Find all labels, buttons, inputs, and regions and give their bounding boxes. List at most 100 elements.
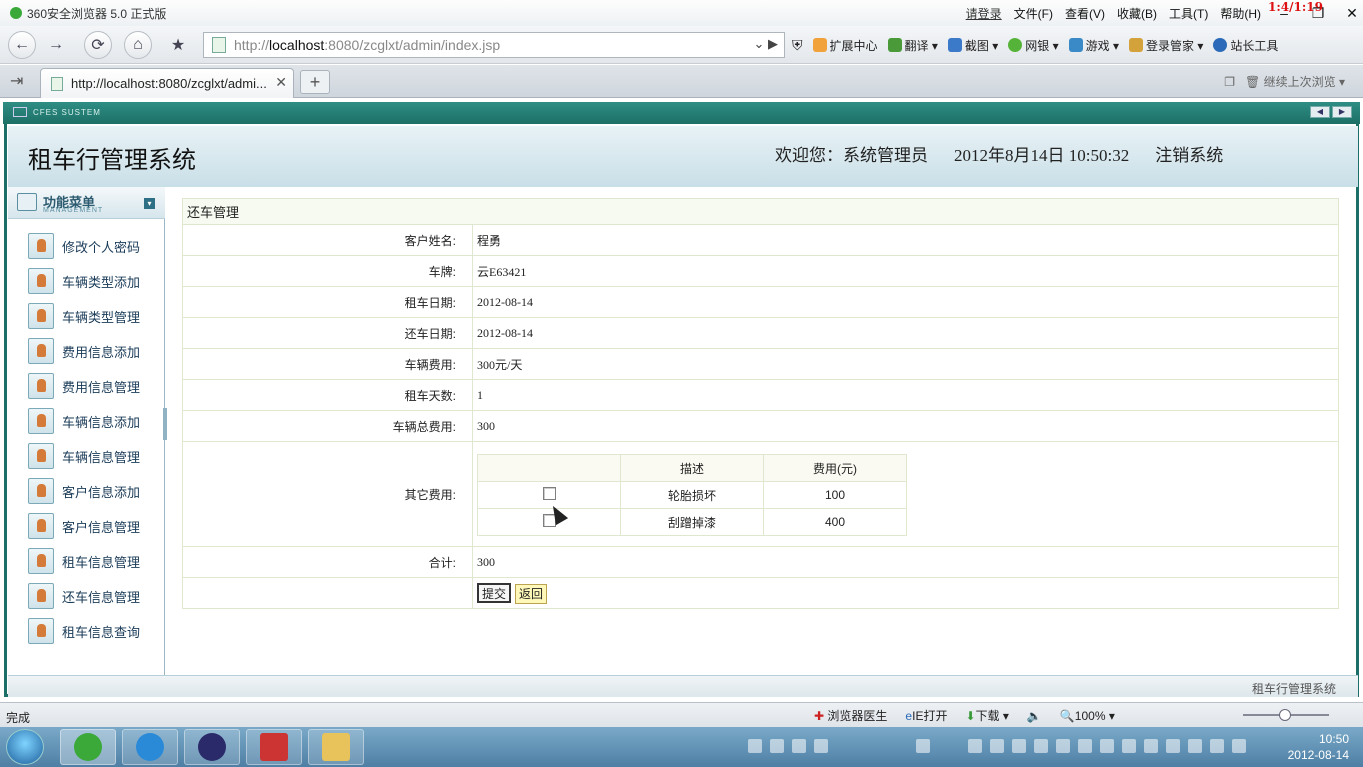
url-prefix: http:// bbox=[234, 37, 270, 53]
zoom-slider-knob[interactable] bbox=[1279, 709, 1291, 721]
tab-title: http://localhost:8080/zcglxt/admi... bbox=[71, 76, 267, 91]
user-icon bbox=[28, 408, 54, 434]
taskbar-eclipse[interactable] bbox=[184, 729, 240, 765]
qq-icon[interactable] bbox=[916, 739, 930, 753]
tab-active[interactable]: http://localhost:8080/zcglxt/admi... ✕ bbox=[40, 68, 294, 98]
tray-icon[interactable] bbox=[1122, 739, 1136, 753]
menu-item-change-password[interactable]: 修改个人密码 bbox=[28, 232, 163, 260]
toolbar-webmaster[interactable]: 站长工具 bbox=[1213, 37, 1278, 54]
form-row-total-vehicle-fee: 车辆总费用: 300 bbox=[182, 410, 1339, 442]
menu-tools[interactable]: 工具(T) bbox=[1169, 5, 1208, 22]
user-icon bbox=[28, 478, 54, 504]
scroll-right-button[interactable]: ▶ bbox=[1332, 106, 1352, 118]
folder-icon bbox=[322, 733, 350, 761]
toolbar-games[interactable]: 游戏 ▾ bbox=[1068, 37, 1119, 54]
fees-header-desc: 描述 bbox=[620, 454, 764, 482]
address-dropdown-icon[interactable]: ⌄ ▶ bbox=[753, 36, 778, 52]
download-icon: ⬇ bbox=[965, 709, 976, 723]
tray-icon[interactable] bbox=[1078, 739, 1092, 753]
zoom-slider[interactable] bbox=[1243, 709, 1329, 721]
form-row-actions: 提交 返回 bbox=[182, 577, 1339, 609]
toolbar-login-manager[interactable]: 登录管家 ▾ bbox=[1129, 37, 1203, 54]
volume-tray-icon[interactable] bbox=[1232, 739, 1246, 753]
menu-favorites[interactable]: 收藏(B) bbox=[1117, 5, 1157, 22]
tray-icon[interactable] bbox=[968, 739, 982, 753]
refresh-button[interactable]: ⟳ bbox=[84, 30, 112, 59]
sidebar-toggle-icon[interactable]: ⇥ bbox=[10, 71, 23, 91]
new-tab-button[interactable]: + bbox=[300, 70, 330, 94]
browser-doctor-button[interactable]: ✚ 浏览器医生 bbox=[814, 707, 887, 724]
tray-icon[interactable] bbox=[1166, 739, 1180, 753]
login-link[interactable]: 请登录 bbox=[966, 5, 1002, 22]
banking-icon bbox=[1008, 37, 1023, 52]
tray-icon[interactable] bbox=[1012, 739, 1026, 753]
page-icon bbox=[212, 37, 226, 53]
menu-item-manage-customer[interactable]: 客户信息管理 bbox=[28, 512, 163, 540]
tray-icon[interactable] bbox=[814, 739, 828, 753]
menu-file[interactable]: 文件(F) bbox=[1014, 5, 1053, 22]
overlay-time: 1:4/1:19 bbox=[1268, 0, 1323, 14]
scroll-left-button[interactable]: ◀ bbox=[1310, 106, 1330, 118]
menu-header-icon bbox=[17, 193, 37, 211]
user-icon bbox=[28, 303, 54, 329]
back-button[interactable]: ← bbox=[8, 30, 36, 59]
close-window-button[interactable]: ✕ bbox=[1341, 5, 1363, 22]
menu-item-add-vehicle[interactable]: 车辆信息添加 bbox=[28, 407, 163, 435]
shield-icon[interactable]: ⛨ bbox=[792, 37, 803, 54]
submit-button[interactable]: 提交 bbox=[477, 582, 512, 603]
taskbar-explorer[interactable] bbox=[308, 729, 364, 765]
form-row-return-date: 还车日期: 2012-08-14 bbox=[182, 317, 1339, 349]
menu-item-add-vehicle-type[interactable]: 车辆类型添加 bbox=[28, 267, 163, 295]
menu-collapse-icon[interactable]: ▾ bbox=[144, 198, 155, 209]
taskbar-clock[interactable]: 10:50 2012-08-14 bbox=[1288, 731, 1349, 763]
form-row-plate: 车牌: 云E63421 bbox=[182, 255, 1339, 287]
home-button[interactable]: ⌂ bbox=[124, 30, 152, 59]
menu-item-manage-fee[interactable]: 费用信息管理 bbox=[28, 372, 163, 400]
fee-checkbox-tire[interactable] bbox=[542, 487, 556, 500]
tray-icon[interactable] bbox=[1188, 739, 1202, 753]
volume-icon[interactable]: 🔈 bbox=[1027, 709, 1042, 723]
form-row-customer-name: 客户姓名: 程勇 bbox=[182, 224, 1339, 256]
logout-link[interactable]: 注销系统 bbox=[1155, 141, 1223, 166]
browser-title-bar: 360安全浏览器 5.0 正式版 请登录 文件(F) 查看(V) 收藏(B) 工… bbox=[0, 0, 1363, 26]
sidebar-splitter[interactable] bbox=[163, 408, 167, 440]
menu-item-manage-rental[interactable]: 租车信息管理 bbox=[28, 547, 163, 575]
return-car-form: 还车管理 客户姓名: 程勇 车牌: 云E63421 租车日期: 2012-08-14 … bbox=[182, 198, 1339, 609]
forward-button[interactable]: → bbox=[42, 31, 70, 59]
tray-icon[interactable] bbox=[792, 739, 806, 753]
tray-icon[interactable] bbox=[748, 739, 762, 753]
toolbar-translate[interactable]: 翻译 ▾ bbox=[887, 37, 938, 54]
back-button-form[interactable]: 返回 bbox=[515, 583, 548, 604]
taskbar-360-browser[interactable] bbox=[60, 729, 116, 765]
menu-view[interactable]: 查看(V) bbox=[1065, 5, 1105, 22]
toolbar-banking[interactable]: 网银 ▾ bbox=[1008, 37, 1059, 54]
menu-item-query-rental[interactable]: 租车信息查询 bbox=[28, 617, 163, 645]
tray-icon[interactable] bbox=[1210, 739, 1224, 753]
tray-icon[interactable] bbox=[1144, 739, 1158, 753]
zoom-level[interactable]: 🔍100% ▾ bbox=[1060, 709, 1115, 723]
windows-taskbar: 10:50 2012-08-14 bbox=[0, 727, 1363, 767]
restore-session-button[interactable]: ❐ 🗑 继续上次浏览 ▾ bbox=[1224, 73, 1345, 90]
address-bar[interactable]: http://localhost:8080/zcglxt/admin/index… bbox=[203, 32, 785, 58]
taskbar-toolbox[interactable] bbox=[246, 729, 302, 765]
tab-close-icon[interactable]: ✕ bbox=[275, 74, 287, 91]
taskbar-ie[interactable] bbox=[122, 729, 178, 765]
toolbar-screenshot[interactable]: 截图 ▾ bbox=[947, 37, 998, 54]
tray-icon[interactable] bbox=[1100, 739, 1114, 753]
menu-item-manage-vehicle[interactable]: 车辆信息管理 bbox=[28, 442, 163, 470]
menu-item-manage-return[interactable]: 还车信息管理 bbox=[28, 582, 163, 610]
ie-open-button[interactable]: eIE打开 bbox=[905, 707, 947, 724]
favorite-star-icon[interactable]: ★ bbox=[164, 31, 192, 59]
tray-icon[interactable] bbox=[990, 739, 1004, 753]
menu-item-manage-vehicle-type[interactable]: 车辆类型管理 bbox=[28, 302, 163, 330]
tray-icon[interactable] bbox=[770, 739, 784, 753]
toolbar-extensions[interactable]: 扩展中心 bbox=[812, 37, 878, 54]
menu-help[interactable]: 帮助(H) bbox=[1220, 5, 1261, 22]
menu-item-add-customer[interactable]: 客户信息添加 bbox=[28, 477, 163, 505]
download-button[interactable]: ⬇下载 ▾ bbox=[965, 707, 1008, 724]
system-tray bbox=[748, 739, 1246, 753]
tray-icon[interactable] bbox=[1056, 739, 1070, 753]
menu-item-add-fee[interactable]: 费用信息添加 bbox=[28, 337, 163, 365]
start-button[interactable] bbox=[6, 729, 44, 765]
tray-icon[interactable] bbox=[1034, 739, 1048, 753]
